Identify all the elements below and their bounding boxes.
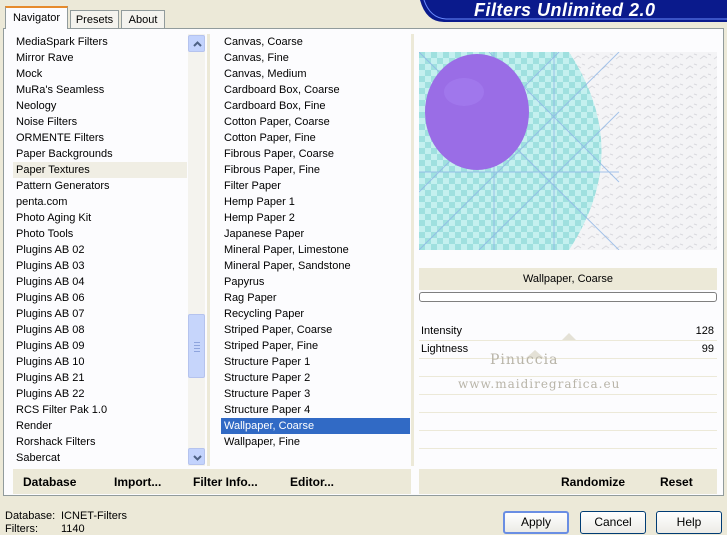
filter-item[interactable]: Structure Paper 1 (221, 354, 410, 370)
scroll-thumb[interactable] (188, 314, 205, 378)
filter-item[interactable]: Cotton Paper, Fine (221, 130, 410, 146)
category-item[interactable]: Plugins AB 07 (13, 306, 187, 322)
watermark-url: www.maidiregrafica.eu (458, 377, 621, 391)
category-item[interactable]: Plugins AB 10 (13, 354, 187, 370)
progress-bar (419, 292, 717, 302)
filter-item[interactable]: Japanese Paper (221, 226, 410, 242)
status-value: 1140 (61, 523, 85, 535)
filter-list: Canvas, Coarse Canvas, Fine Canvas, Medium… (221, 34, 410, 450)
watermark-name: Pinuccia (490, 352, 559, 368)
filter-item[interactable]: Cotton Paper, Coarse (221, 114, 410, 130)
param-value: 99 (701, 343, 714, 355)
filter-item[interactable]: Wallpaper, Coarse (221, 418, 410, 434)
help-button[interactable]: Help (656, 511, 722, 534)
app-title: Filters Unlimited 2.0 (474, 0, 656, 20)
slider-marker-icon (562, 333, 576, 340)
category-item[interactable]: MediaSpark Filters (13, 34, 187, 50)
category-item[interactable]: Photo Aging Kit (13, 210, 187, 226)
category-list: MediaSpark Filters Mirror Rave Mock MuRa's … (13, 34, 187, 466)
param-lightness[interactable]: Lightness 99 (419, 341, 717, 358)
category-item[interactable]: Photo Tools (13, 226, 187, 242)
tab-navigator[interactable]: Navigator (5, 6, 68, 29)
preview-image (419, 52, 717, 250)
filter-item[interactable]: Rag Paper (221, 290, 410, 306)
reset-link[interactable]: Reset (660, 475, 693, 489)
param-label: Intensity (421, 325, 462, 337)
scroll-down-button[interactable] (188, 448, 205, 465)
category-item[interactable]: Mock (13, 66, 187, 82)
status-filters: Filters: 1140 (5, 523, 85, 535)
category-item[interactable]: Plugins AB 03 (13, 258, 187, 274)
scroll-up-button[interactable] (188, 35, 205, 52)
filter-item[interactable]: Fibrous Paper, Fine (221, 162, 410, 178)
filter-item[interactable]: Canvas, Fine (221, 50, 410, 66)
category-item[interactable]: Plugins AB 04 (13, 274, 187, 290)
filter-item[interactable]: Hemp Paper 1 (221, 194, 410, 210)
filter-item[interactable]: Papyrus (221, 274, 410, 290)
param-label: Lightness (421, 343, 469, 355)
database-link[interactable]: Database (23, 475, 76, 489)
category-item[interactable]: ORMENTE Filters (13, 130, 187, 146)
category-item[interactable]: penta.com (13, 194, 187, 210)
apply-button[interactable]: Apply (503, 511, 569, 534)
tab-about[interactable]: About (121, 10, 165, 28)
category-item[interactable]: Plugins AB 09 (13, 338, 187, 354)
filter-item[interactable]: Mineral Paper, Sandstone (221, 258, 410, 274)
status-label: Database: (5, 510, 56, 522)
category-item[interactable]: Paper Backgrounds (13, 146, 187, 162)
filter-item[interactable]: Canvas, Medium (221, 66, 410, 82)
category-item[interactable]: Noise Filters (13, 114, 187, 130)
category-item[interactable]: Paper Textures (13, 162, 187, 178)
category-item[interactable]: Plugins AB 06 (13, 290, 187, 306)
editor-link[interactable]: Editor... (290, 475, 334, 489)
chevron-down-icon (193, 455, 202, 461)
filter-item[interactable]: Recycling Paper (221, 306, 410, 322)
status-value: ICNET-Filters (61, 510, 127, 522)
status-label: Filters: (5, 523, 38, 535)
filter-item[interactable]: Striped Paper, Coarse (221, 322, 410, 338)
param-value: 128 (695, 325, 714, 337)
category-item[interactable]: MuRa's Seamless (13, 82, 187, 98)
filter-item[interactable]: Cardboard Box, Fine (221, 98, 410, 114)
filter-item[interactable]: Mineral Paper, Limestone (221, 242, 410, 258)
category-item[interactable]: Neology (13, 98, 187, 114)
filter-item[interactable]: Fibrous Paper, Coarse (221, 146, 410, 162)
filter-item[interactable]: Structure Paper 3 (221, 386, 410, 402)
cancel-button[interactable]: Cancel (580, 511, 646, 534)
filter-item[interactable]: Structure Paper 2 (221, 370, 410, 386)
filter-item[interactable]: Hemp Paper 2 (221, 210, 410, 226)
filter-item[interactable]: Filter Paper (221, 178, 410, 194)
category-item[interactable]: Rorshack Filters (13, 434, 187, 450)
category-item[interactable]: Pattern Generators (13, 178, 187, 194)
category-item[interactable]: Plugins AB 02 (13, 242, 187, 258)
filter-item[interactable]: Striped Paper, Fine (221, 338, 410, 354)
chevron-up-icon (193, 41, 202, 47)
filter-item[interactable]: Structure Paper 4 (221, 402, 410, 418)
category-scrollbar[interactable] (188, 34, 205, 466)
category-item[interactable]: Plugins AB 08 (13, 322, 187, 338)
filter-item[interactable]: Cardboard Box, Coarse (221, 82, 410, 98)
category-item[interactable]: Plugins AB 21 (13, 370, 187, 386)
filter-info-link[interactable]: Filter Info... (193, 475, 258, 489)
randomize-link[interactable]: Randomize (561, 475, 625, 489)
filter-item[interactable]: Wallpaper, Fine (221, 434, 410, 450)
app-banner: Filters Unlimited 2.0 (420, 0, 727, 22)
category-item[interactable]: Mirror Rave (13, 50, 187, 66)
tab-presets[interactable]: Presets (70, 10, 119, 28)
category-item[interactable]: Plugins AB 22 (13, 386, 187, 402)
current-filter-name: Wallpaper, Coarse (419, 268, 717, 290)
category-item[interactable]: Render (13, 418, 187, 434)
category-item[interactable]: Sabercat (13, 450, 187, 466)
status-database: Database: ICNET-Filters (5, 510, 127, 522)
filter-item[interactable]: Canvas, Coarse (221, 34, 410, 50)
category-item[interactable]: RCS Filter Pak 1.0 (13, 402, 187, 418)
import-link[interactable]: Import... (114, 475, 161, 489)
